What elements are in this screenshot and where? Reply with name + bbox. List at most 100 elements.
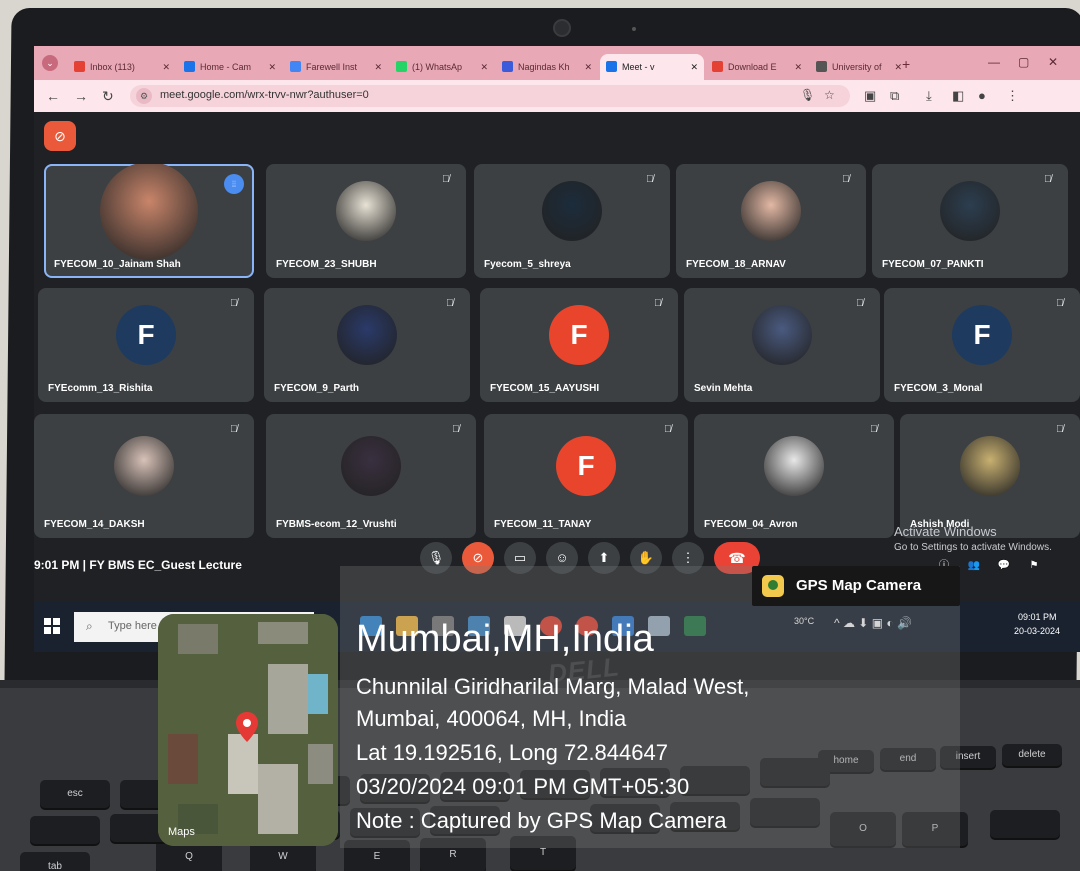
tab-label: Inbox (113) [90, 62, 135, 72]
participant-name: Sevin Mehta [694, 383, 753, 394]
participant-photo-avatar [114, 436, 174, 496]
tab-search-icon[interactable]: ⌄ [42, 55, 58, 71]
participant-tile[interactable]: FYECOM_07_PANKTI 🎙̸ [872, 164, 1068, 278]
back-icon[interactable]: ← [46, 88, 60, 104]
mic-muted-icon: 🎙̸ [654, 298, 662, 309]
mic-muted-icon: 🎙̸ [1056, 298, 1064, 309]
forward-icon[interactable]: → [74, 88, 88, 104]
keyboard-key [990, 810, 1060, 838]
participant-name: FYECOM_18_ARNAV [686, 259, 786, 270]
reload-icon[interactable]: ↻ [102, 88, 114, 105]
participant-name: FYECOM_3_Monal [894, 383, 983, 394]
side-panel-icon[interactable]: ◧ [952, 88, 964, 104]
participant-tile[interactable]: FYECOM_9_Parth 🎙̸ [264, 288, 470, 402]
participant-tile[interactable]: Fyecom_5_shreya 🎙̸ [474, 164, 670, 278]
meet-icon [606, 61, 617, 72]
people-icon[interactable]: 👥 [964, 556, 984, 576]
profile-icon[interactable]: ● [978, 88, 986, 103]
classroom-icon [184, 61, 195, 72]
participant-name: FYECOM_07_PANKTI [882, 259, 984, 270]
tab-4[interactable]: (1) WhatsAp ✕ [390, 54, 494, 80]
address-bar[interactable]: ⚙ meet.google.com/wrx-trvv-nwr?authuser=… [130, 85, 850, 107]
activate-windows-subtitle: Go to Settings to activate Windows. [894, 542, 1052, 553]
participant-name: FYECOM_10_Jainam Shah [54, 259, 181, 270]
gps-coordinates: Lat 19.192516, Long 72.844647 [356, 740, 668, 765]
participant-name: FYECOM_14_DAKSH [44, 519, 145, 530]
tab-5[interactable]: Nagindas Kh ✕ [496, 54, 598, 80]
participant-tile[interactable]: Ashish Modi 🎙̸ [900, 414, 1080, 538]
keyboard-key [30, 816, 100, 844]
cast-icon[interactable]: ▣ [864, 88, 876, 104]
tab-label: Home - Cam [200, 62, 252, 72]
gmail-icon [74, 61, 85, 72]
gps-datetime: 03/20/2024 09:01 PM GMT+05:30 [356, 774, 690, 799]
tab-close-icon[interactable]: ✕ [690, 54, 698, 80]
new-tab-button[interactable]: + [902, 56, 910, 72]
participant-tile[interactable]: FYECOM_18_ARNAV 🎙̸ [676, 164, 866, 278]
participant-name: FYBMS-ecom_12_Vrushti [276, 519, 397, 530]
participant-tile[interactable]: FYBMS-ecom_12_Vrushti 🎙̸ [266, 414, 476, 538]
minimize-icon[interactable]: — [988, 55, 1000, 69]
tab-3[interactable]: Farewell Inst ✕ [284, 54, 388, 80]
participant-tile[interactable]: F FYECOM_15_AAYUSHI 🎙̸ [480, 288, 678, 402]
participant-tile[interactable]: FYECOM_14_DAKSH 🎙̸ [34, 414, 254, 538]
participant-tile[interactable]: F FYECOM_3_Monal 🎙̸ [884, 288, 1080, 402]
tab-close-icon[interactable]: ✕ [268, 54, 276, 80]
participant-tile[interactable]: FYECOM_04_Avron 🎙̸ [694, 414, 894, 538]
windows-start-icon[interactable] [44, 618, 60, 634]
activities-icon[interactable]: ⚑ [1024, 556, 1044, 576]
clock-date: 20-03-2024 [1014, 626, 1061, 636]
participant-name: FYECOM_23_SHUBH [276, 259, 377, 270]
tab-label: Nagindas Kh [518, 62, 570, 72]
tab-2[interactable]: Home - Cam ✕ [178, 54, 282, 80]
tab-label: Download E [728, 62, 777, 72]
tab-close-icon[interactable]: ✕ [374, 54, 382, 80]
map-label: Maps [168, 826, 195, 838]
close-window-icon[interactable]: ✕ [1048, 55, 1058, 69]
tab-close-icon[interactable]: ✕ [794, 54, 802, 80]
tab-1[interactable]: Inbox (113) ✕ [68, 54, 176, 80]
tab-6[interactable]: Meet - v ✕ [600, 54, 704, 80]
browser-toolbar: ← → ↻ ⚙ meet.google.com/wrx-trvv-nwr?aut… [34, 80, 1080, 112]
extension-icon[interactable]: ⧉ [890, 88, 899, 104]
tab-close-icon[interactable]: ✕ [584, 54, 592, 80]
search-placeholder: Type here t [108, 620, 164, 632]
menu-dots-icon[interactable]: ⋮ [1006, 88, 1019, 104]
mic-muted-icon: 🎙̸ [646, 174, 654, 185]
meeting-info: 9:01 PM | FY BMS EC_Guest Lecture [34, 558, 242, 572]
participant-tile[interactable]: FYECOM_23_SHUBH 🎙̸ [266, 164, 466, 278]
maximize-icon[interactable]: ▢ [1018, 55, 1029, 69]
gps-address-line1: Chunnilal Giridharilal Marg, Malad West, [356, 674, 750, 699]
participant-tile[interactable]: FYECOM_10_Jainam Shah ⦙⦙ [44, 164, 254, 278]
bookmark-star-icon[interactable]: ☆ [824, 88, 835, 102]
chat-icon[interactable]: 💬 [994, 556, 1014, 576]
tab-8[interactable]: University of ✕ [810, 54, 908, 80]
participant-initial-avatar: F [556, 436, 616, 496]
downloads-icon[interactable]: ⤓ [926, 88, 932, 104]
keyboard-key: delete [1002, 744, 1062, 766]
participant-initial-avatar: F [116, 305, 176, 365]
camera-off-icon[interactable]: ⊘ [44, 121, 76, 151]
participant-tile[interactable]: F FYEcomm_13_Rishita 🎙̸ [38, 288, 254, 402]
microphone-icon[interactable]: 🎙 [800, 88, 815, 102]
mic-muted-icon: 🎙̸ [664, 424, 672, 435]
tab-close-icon[interactable]: ✕ [162, 54, 170, 80]
tab-close-icon[interactable]: ✕ [480, 54, 488, 80]
tab-close-icon[interactable]: ✕ [894, 54, 902, 80]
participant-name: FYECOM_15_AAYUSHI [490, 383, 600, 394]
gps-note: Note : Captured by GPS Map Camera [356, 808, 727, 833]
map-pin-icon [236, 712, 258, 742]
participant-name: FYECOM_04_Avron [704, 519, 798, 530]
site-info-icon[interactable]: ⚙ [136, 88, 152, 104]
tab-label: Meet - v [622, 62, 655, 72]
participant-tile[interactable]: F FYECOM_11_TANAY 🎙̸ [484, 414, 688, 538]
site-icon [502, 61, 513, 72]
mic-muted-icon: 🎙̸ [1044, 174, 1052, 185]
tab-7[interactable]: Download E ✕ [706, 54, 808, 80]
gps-app-badge: GPS Map Camera [752, 566, 960, 606]
participant-tile[interactable]: Sevin Mehta 🎙̸ [684, 288, 880, 402]
participant-photo-avatar [341, 436, 401, 496]
speaking-indicator-icon: ⦙⦙ [224, 174, 244, 194]
photo: ⌄ Inbox (113) ✕ Home - Cam ✕ Farewell Inst ✕(… [0, 0, 1080, 871]
participant-photo-avatar [337, 305, 397, 365]
